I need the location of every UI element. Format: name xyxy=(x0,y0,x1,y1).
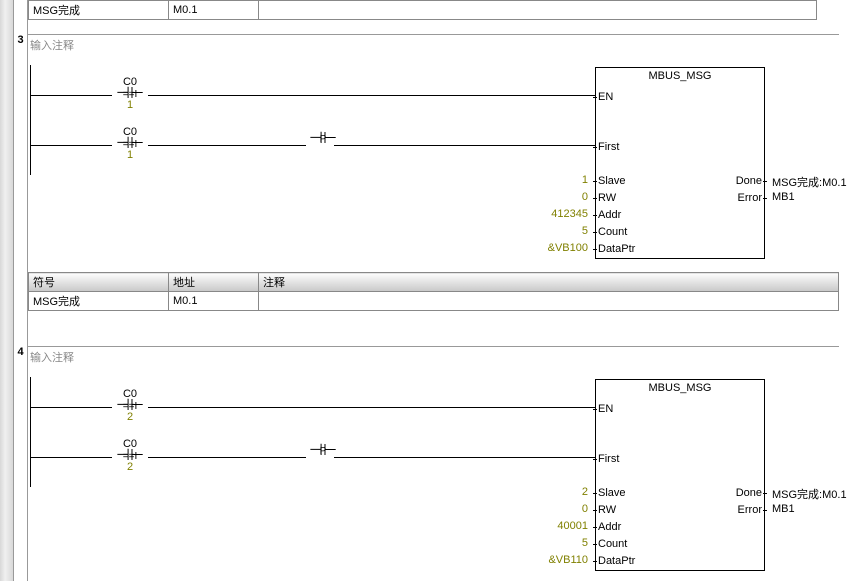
pin-label: EN xyxy=(598,91,613,103)
edge-contact: ⊣P⊢ xyxy=(303,445,343,457)
pin-label: RW xyxy=(598,504,616,516)
pin-value[interactable]: 412345 xyxy=(528,208,588,220)
cell-comment xyxy=(259,1,817,20)
cell-symbol: MSG完成 xyxy=(29,1,169,20)
rung-number: 3 xyxy=(14,34,27,46)
symbol-table: 符号 地址 注释 MSG完成 M0.1 xyxy=(28,272,839,311)
cell-addr: M0.1 xyxy=(169,292,259,311)
pin-label: Addr xyxy=(598,521,621,533)
pin-value[interactable]: &VB100 xyxy=(528,242,588,254)
ladder-area: C0 ⊣==I⊢ 2 C0 ⊣==I⊢ 2 ⊣P⊢ MBUS_MSG EN Fi… xyxy=(30,369,839,584)
pin-label: Addr xyxy=(598,209,621,221)
pin-value[interactable]: 40001 xyxy=(528,520,588,532)
pin-value[interactable]: 0 xyxy=(528,191,588,203)
pin-label: Count xyxy=(598,226,627,238)
pin-label: DataPtr xyxy=(598,243,635,255)
pin-value[interactable]: 5 xyxy=(528,537,588,549)
pin-value[interactable]: 1 xyxy=(528,174,588,186)
partial-top-row: MSG完成 M0.1 xyxy=(0,0,847,22)
network-4: 4 输入注释 C0 ⊣==I⊢ 2 C0 ⊣==I⊢ 2 ⊣P⊢ xyxy=(0,346,847,584)
network-comment[interactable]: 输入注释 xyxy=(28,34,839,57)
pin-label: Error xyxy=(738,192,762,204)
pin-label: First xyxy=(598,141,619,153)
pin-value[interactable]: 2 xyxy=(528,486,588,498)
hdr-addr: 地址 xyxy=(169,273,259,292)
block-title: MBUS_MSG xyxy=(596,68,764,86)
pin-value[interactable]: MB1 xyxy=(772,503,847,515)
cell-symbol: MSG完成 xyxy=(29,292,169,311)
edge-contact: ⊣P⊢ xyxy=(303,133,343,145)
table-row: MSG完成 M0.1 xyxy=(29,292,839,311)
cell-comment xyxy=(259,292,839,311)
network-comment[interactable]: 输入注释 xyxy=(28,346,839,369)
pin-label: Error xyxy=(738,504,762,516)
pin-value[interactable]: 5 xyxy=(528,225,588,237)
cell-addr: M0.1 xyxy=(169,1,259,20)
pin-value[interactable]: 0 xyxy=(528,503,588,515)
pin-label: Count xyxy=(598,538,627,550)
pin-label: Done xyxy=(736,487,762,499)
fbd-block: MBUS_MSG EN First Slave RW Addr Count Da… xyxy=(595,67,765,259)
table-row: MSG完成 M0.1 xyxy=(29,1,817,20)
hdr-comment: 注释 xyxy=(259,273,839,292)
network-3: 3 输入注释 C0 ⊣==I⊢ 1 C0 ⊣==I⊢ 1 xyxy=(0,34,847,334)
pin-label: Slave xyxy=(598,487,626,499)
ladder-area: C0 ⊣==I⊢ 1 C0 ⊣==I⊢ 1 ⊣P⊢ MBUS_MSG xyxy=(30,57,839,272)
pin-value[interactable]: MB1 xyxy=(772,191,847,203)
fbd-block: MBUS_MSG EN First Slave RW Addr Count Da… xyxy=(595,379,765,571)
pin-label: EN xyxy=(598,403,613,415)
rung-number: 4 xyxy=(14,346,27,358)
pin-label: DataPtr xyxy=(598,555,635,567)
contact: C0 ⊣==I⊢ 1 xyxy=(110,77,150,111)
contact: C0 ⊣==I⊢ 2 xyxy=(110,389,150,423)
pin-label: Done xyxy=(736,175,762,187)
hdr-symbol: 符号 xyxy=(29,273,169,292)
symbol-table-partial: MSG完成 M0.1 xyxy=(28,0,817,20)
block-title: MBUS_MSG xyxy=(596,380,764,398)
pin-label: Slave xyxy=(598,175,626,187)
pin-label: RW xyxy=(598,192,616,204)
pin-value[interactable]: MSG完成:M0.1 xyxy=(772,486,847,502)
pin-value[interactable]: MSG完成:M0.1 xyxy=(772,174,847,190)
contact: C0 ⊣==I⊢ 2 xyxy=(110,439,150,473)
pin-value[interactable]: &VB110 xyxy=(528,554,588,566)
contact: C0 ⊣==I⊢ 1 xyxy=(110,127,150,161)
pin-label: First xyxy=(598,453,619,465)
table-header: 符号 地址 注释 xyxy=(29,273,839,292)
